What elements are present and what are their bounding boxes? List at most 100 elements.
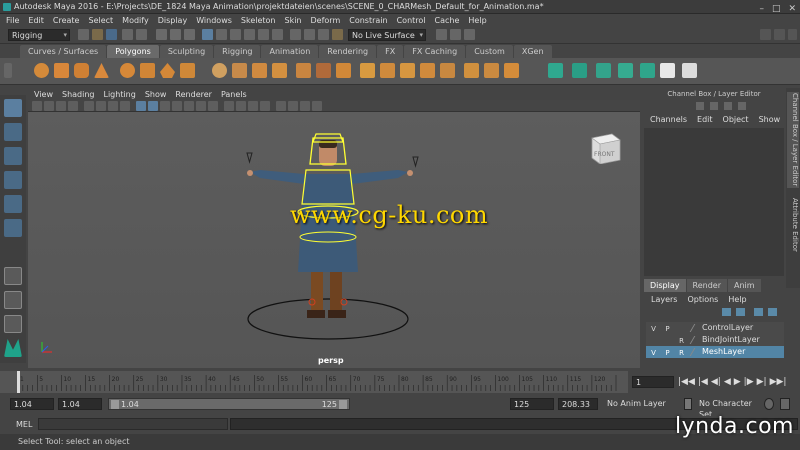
wireframe-icon[interactable] (136, 101, 146, 111)
layer-menu-layers[interactable]: Layers (651, 294, 677, 306)
camera-select-icon[interactable] (32, 101, 42, 111)
tool-settings-icon[interactable] (724, 102, 732, 110)
extrude-icon[interactable] (360, 63, 375, 78)
shelf-tab-rendering[interactable]: Rendering (319, 45, 377, 58)
layer-tab-display[interactable]: Display (644, 279, 686, 292)
open-scene-icon[interactable] (92, 29, 103, 40)
render-settings-icon[interactable] (464, 29, 475, 40)
playback-end-field[interactable]: 125 (510, 398, 554, 410)
grid-toggle-icon[interactable] (84, 101, 94, 111)
lasso-tool-icon[interactable] (4, 123, 22, 141)
bridge-icon[interactable] (380, 63, 395, 78)
input-ops-icon[interactable] (304, 29, 315, 40)
xray-components-icon[interactable] (312, 101, 322, 111)
poly-pyramid-icon[interactable] (160, 63, 175, 78)
isolate-select-icon[interactable] (276, 101, 286, 111)
four-view-layout-icon[interactable] (4, 291, 22, 309)
poly-sphere-icon[interactable] (34, 63, 49, 78)
current-time-indicator[interactable] (17, 371, 20, 393)
menu-file[interactable]: File (6, 14, 19, 27)
motion-blur-icon[interactable] (236, 101, 246, 111)
wireframe-on-shaded-icon[interactable] (172, 101, 182, 111)
layer-row-bind-joint[interactable]: R BindJointLayer (646, 334, 784, 346)
viewport-menu-show[interactable]: Show (145, 89, 167, 100)
menu-cache[interactable]: Cache (435, 14, 460, 27)
viewport-menu-renderer[interactable]: Renderer (175, 89, 212, 100)
uv-editor-icon[interactable] (618, 63, 633, 78)
shelf-tab-custom[interactable]: Custom (466, 45, 513, 58)
sidebar-toggle-icon[interactable] (760, 29, 771, 40)
layer-row-control[interactable]: V P ControlLayer (646, 322, 784, 334)
image-plane-icon[interactable] (68, 101, 78, 111)
step-back-key-button[interactable]: ◀| (711, 376, 721, 388)
menu-constrain[interactable]: Constrain (349, 14, 387, 27)
magnet-icon[interactable] (332, 29, 343, 40)
channel-box-area[interactable] (644, 128, 784, 276)
screen-space-ao-icon[interactable] (224, 101, 234, 111)
new-layer-from-selected-icon[interactable] (768, 308, 777, 316)
animation-end-field[interactable]: 208.33 (558, 398, 598, 410)
time-ruler[interactable]: 1 5 10 15 20 25 30 35 40 45 50 55 60 65 70 75 80 85 90 95 10… (14, 371, 626, 393)
menu-display[interactable]: Display (158, 14, 188, 27)
select-object-icon[interactable] (170, 29, 181, 40)
move-tool-icon[interactable] (4, 171, 22, 189)
single-perspective-layout-icon[interactable] (4, 267, 22, 285)
new-layer-icon[interactable] (754, 308, 763, 316)
snap-grid-icon[interactable] (216, 29, 227, 40)
shelf-menu-icon[interactable] (4, 63, 12, 78)
rotate-tool-icon[interactable] (4, 195, 22, 213)
film-gate-icon[interactable] (96, 101, 106, 111)
go-to-end-button[interactable]: ▶▶| (770, 376, 787, 388)
animation-preferences-icon[interactable] (780, 398, 790, 410)
poly-cylinder-icon[interactable] (74, 63, 89, 78)
extract-icon[interactable] (252, 63, 267, 78)
save-scene-icon[interactable] (106, 29, 117, 40)
menu-edit[interactable]: Edit (28, 14, 44, 27)
layer-menu-options[interactable]: Options (687, 294, 718, 306)
play-backwards-button[interactable]: ◀ (724, 376, 731, 388)
mirror-icon[interactable] (336, 63, 351, 78)
layer-color-swatch[interactable] (689, 348, 701, 356)
resolution-gate-icon[interactable] (108, 101, 118, 111)
menu-select[interactable]: Select (88, 14, 113, 27)
render-frame-icon[interactable] (436, 29, 447, 40)
merge-icon[interactable] (440, 63, 455, 78)
range-slider[interactable]: 1.04 125 (108, 398, 350, 410)
select-mask-icon[interactable] (202, 29, 213, 40)
append-icon[interactable] (420, 63, 435, 78)
go-to-start-button[interactable]: |◀◀ (678, 376, 695, 388)
textured-icon[interactable] (184, 101, 194, 111)
time-slider[interactable]: 1 5 10 15 20 25 30 35 40 45 50 55 60 65 70 75 80 85 90 95 10… (0, 371, 628, 393)
range-slider-start-handle[interactable] (111, 400, 119, 409)
layer-color-swatch[interactable] (689, 336, 701, 344)
play-forwards-button[interactable]: ▶ (734, 376, 741, 388)
perspective-viewport[interactable]: FRONT www.cg-ku.com persp (28, 112, 640, 368)
poly-cube-icon[interactable] (54, 63, 69, 78)
live-surface-dropdown[interactable]: No Live Surface (348, 29, 426, 41)
script-language-toggle[interactable]: MEL (4, 419, 34, 430)
ipr-render-icon[interactable] (450, 29, 461, 40)
snap-curve-icon[interactable] (230, 29, 241, 40)
layer-editor-icon[interactable] (738, 102, 746, 110)
default-material-icon[interactable] (160, 101, 170, 111)
cylindrical-mapping-icon[interactable] (596, 63, 611, 78)
shadows-icon[interactable] (208, 101, 218, 111)
step-back-frame-button[interactable]: |◀ (698, 376, 708, 388)
command-input[interactable] (38, 418, 228, 430)
shelf-tab-xgen[interactable]: XGen (513, 45, 552, 58)
smooth-shade-icon[interactable] (148, 101, 158, 111)
channel-box-icon[interactable] (696, 102, 704, 110)
automatic-mapping-icon[interactable] (572, 63, 587, 78)
xray-joints-icon[interactable] (300, 101, 310, 111)
xray-icon[interactable] (288, 101, 298, 111)
snap-point-icon[interactable] (244, 29, 255, 40)
layer-tab-anim[interactable]: Anim (727, 279, 761, 292)
menu-create[interactable]: Create (53, 14, 80, 27)
channel-box-menu-object[interactable]: Object (723, 114, 749, 126)
character-set-dropdown[interactable]: No Character Set (696, 398, 758, 419)
shelf-tab-fx-caching[interactable]: FX Caching (404, 45, 466, 58)
layer-display-type-toggle[interactable]: R (676, 335, 687, 345)
depth-of-field-icon[interactable] (260, 101, 270, 111)
camera-based-mapping-icon[interactable] (640, 63, 655, 78)
layer-color-swatch[interactable] (689, 324, 701, 332)
